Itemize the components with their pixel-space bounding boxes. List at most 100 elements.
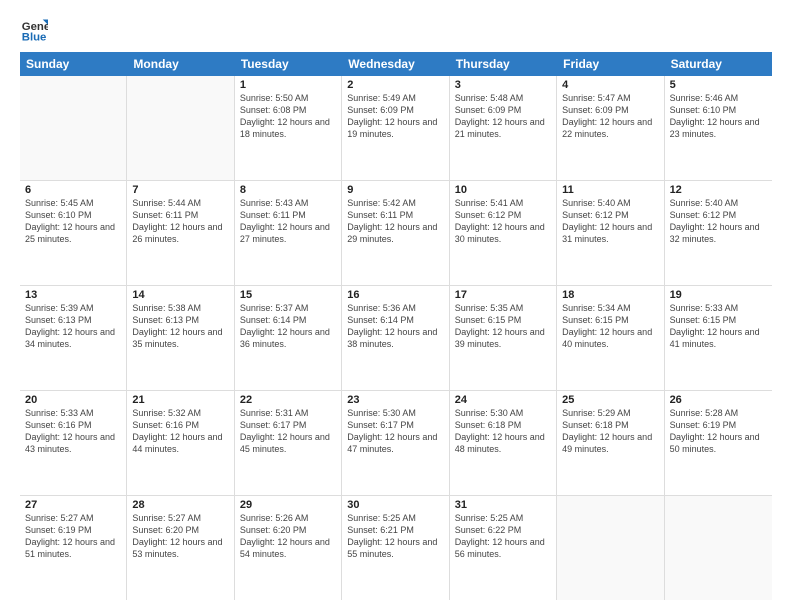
day-info: Sunrise: 5:25 AM Sunset: 6:21 PM Dayligh… (347, 512, 443, 561)
day-info: Sunrise: 5:50 AM Sunset: 6:08 PM Dayligh… (240, 92, 336, 141)
calendar-day-19: 19Sunrise: 5:33 AM Sunset: 6:15 PM Dayli… (665, 286, 772, 390)
day-info: Sunrise: 5:32 AM Sunset: 6:16 PM Dayligh… (132, 407, 228, 456)
day-number: 19 (670, 289, 767, 301)
calendar-day-empty (127, 76, 234, 180)
calendar-day-empty (557, 496, 664, 600)
calendar-day-29: 29Sunrise: 5:26 AM Sunset: 6:20 PM Dayli… (235, 496, 342, 600)
calendar-day-17: 17Sunrise: 5:35 AM Sunset: 6:15 PM Dayli… (450, 286, 557, 390)
calendar-day-4: 4Sunrise: 5:47 AM Sunset: 6:09 PM Daylig… (557, 76, 664, 180)
day-info: Sunrise: 5:36 AM Sunset: 6:14 PM Dayligh… (347, 302, 443, 351)
calendar-day-31: 31Sunrise: 5:25 AM Sunset: 6:22 PM Dayli… (450, 496, 557, 600)
header-day-thursday: Thursday (450, 52, 557, 76)
day-number: 10 (455, 184, 551, 196)
day-number: 7 (132, 184, 228, 196)
calendar-day-6: 6Sunrise: 5:45 AM Sunset: 6:10 PM Daylig… (20, 181, 127, 285)
calendar-day-20: 20Sunrise: 5:33 AM Sunset: 6:16 PM Dayli… (20, 391, 127, 495)
header: General Blue (20, 16, 772, 44)
calendar-day-18: 18Sunrise: 5:34 AM Sunset: 6:15 PM Dayli… (557, 286, 664, 390)
calendar-day-24: 24Sunrise: 5:30 AM Sunset: 6:18 PM Dayli… (450, 391, 557, 495)
calendar-day-9: 9Sunrise: 5:42 AM Sunset: 6:11 PM Daylig… (342, 181, 449, 285)
calendar-week-2: 6Sunrise: 5:45 AM Sunset: 6:10 PM Daylig… (20, 181, 772, 286)
calendar-header: SundayMondayTuesdayWednesdayThursdayFrid… (20, 52, 772, 76)
calendar-week-1: 1Sunrise: 5:50 AM Sunset: 6:08 PM Daylig… (20, 76, 772, 181)
day-info: Sunrise: 5:28 AM Sunset: 6:19 PM Dayligh… (670, 407, 767, 456)
calendar-day-21: 21Sunrise: 5:32 AM Sunset: 6:16 PM Dayli… (127, 391, 234, 495)
calendar-day-1: 1Sunrise: 5:50 AM Sunset: 6:08 PM Daylig… (235, 76, 342, 180)
day-number: 1 (240, 79, 336, 91)
day-info: Sunrise: 5:37 AM Sunset: 6:14 PM Dayligh… (240, 302, 336, 351)
day-number: 28 (132, 499, 228, 511)
day-number: 25 (562, 394, 658, 406)
calendar-day-27: 27Sunrise: 5:27 AM Sunset: 6:19 PM Dayli… (20, 496, 127, 600)
svg-text:Blue: Blue (22, 32, 47, 44)
day-number: 27 (25, 499, 121, 511)
header-day-monday: Monday (127, 52, 234, 76)
day-number: 8 (240, 184, 336, 196)
calendar-day-12: 12Sunrise: 5:40 AM Sunset: 6:12 PM Dayli… (665, 181, 772, 285)
day-number: 13 (25, 289, 121, 301)
calendar-day-15: 15Sunrise: 5:37 AM Sunset: 6:14 PM Dayli… (235, 286, 342, 390)
calendar-day-10: 10Sunrise: 5:41 AM Sunset: 6:12 PM Dayli… (450, 181, 557, 285)
day-info: Sunrise: 5:38 AM Sunset: 6:13 PM Dayligh… (132, 302, 228, 351)
calendar-day-11: 11Sunrise: 5:40 AM Sunset: 6:12 PM Dayli… (557, 181, 664, 285)
day-number: 14 (132, 289, 228, 301)
day-info: Sunrise: 5:30 AM Sunset: 6:17 PM Dayligh… (347, 407, 443, 456)
day-number: 18 (562, 289, 658, 301)
header-day-friday: Friday (557, 52, 664, 76)
day-number: 23 (347, 394, 443, 406)
day-number: 20 (25, 394, 121, 406)
calendar-week-5: 27Sunrise: 5:27 AM Sunset: 6:19 PM Dayli… (20, 496, 772, 600)
day-info: Sunrise: 5:34 AM Sunset: 6:15 PM Dayligh… (562, 302, 658, 351)
calendar-day-3: 3Sunrise: 5:48 AM Sunset: 6:09 PM Daylig… (450, 76, 557, 180)
calendar-day-7: 7Sunrise: 5:44 AM Sunset: 6:11 PM Daylig… (127, 181, 234, 285)
day-number: 9 (347, 184, 443, 196)
day-info: Sunrise: 5:25 AM Sunset: 6:22 PM Dayligh… (455, 512, 551, 561)
calendar-day-25: 25Sunrise: 5:29 AM Sunset: 6:18 PM Dayli… (557, 391, 664, 495)
calendar-day-empty (665, 496, 772, 600)
day-number: 26 (670, 394, 767, 406)
day-number: 11 (562, 184, 658, 196)
calendar-week-3: 13Sunrise: 5:39 AM Sunset: 6:13 PM Dayli… (20, 286, 772, 391)
day-number: 17 (455, 289, 551, 301)
calendar-day-8: 8Sunrise: 5:43 AM Sunset: 6:11 PM Daylig… (235, 181, 342, 285)
header-day-sunday: Sunday (20, 52, 127, 76)
calendar-day-13: 13Sunrise: 5:39 AM Sunset: 6:13 PM Dayli… (20, 286, 127, 390)
calendar-body: 1Sunrise: 5:50 AM Sunset: 6:08 PM Daylig… (20, 76, 772, 600)
day-info: Sunrise: 5:33 AM Sunset: 6:16 PM Dayligh… (25, 407, 121, 456)
day-info: Sunrise: 5:27 AM Sunset: 6:20 PM Dayligh… (132, 512, 228, 561)
day-number: 5 (670, 79, 767, 91)
day-info: Sunrise: 5:41 AM Sunset: 6:12 PM Dayligh… (455, 197, 551, 246)
calendar-day-16: 16Sunrise: 5:36 AM Sunset: 6:14 PM Dayli… (342, 286, 449, 390)
calendar-day-22: 22Sunrise: 5:31 AM Sunset: 6:17 PM Dayli… (235, 391, 342, 495)
day-info: Sunrise: 5:49 AM Sunset: 6:09 PM Dayligh… (347, 92, 443, 141)
day-number: 21 (132, 394, 228, 406)
day-info: Sunrise: 5:27 AM Sunset: 6:19 PM Dayligh… (25, 512, 121, 561)
day-number: 29 (240, 499, 336, 511)
day-info: Sunrise: 5:48 AM Sunset: 6:09 PM Dayligh… (455, 92, 551, 141)
day-info: Sunrise: 5:44 AM Sunset: 6:11 PM Dayligh… (132, 197, 228, 246)
day-number: 15 (240, 289, 336, 301)
day-info: Sunrise: 5:47 AM Sunset: 6:09 PM Dayligh… (562, 92, 658, 141)
day-number: 2 (347, 79, 443, 91)
day-number: 3 (455, 79, 551, 91)
calendar-day-26: 26Sunrise: 5:28 AM Sunset: 6:19 PM Dayli… (665, 391, 772, 495)
day-info: Sunrise: 5:39 AM Sunset: 6:13 PM Dayligh… (25, 302, 121, 351)
calendar-day-2: 2Sunrise: 5:49 AM Sunset: 6:09 PM Daylig… (342, 76, 449, 180)
day-number: 30 (347, 499, 443, 511)
day-info: Sunrise: 5:30 AM Sunset: 6:18 PM Dayligh… (455, 407, 551, 456)
day-info: Sunrise: 5:29 AM Sunset: 6:18 PM Dayligh… (562, 407, 658, 456)
day-number: 4 (562, 79, 658, 91)
day-info: Sunrise: 5:45 AM Sunset: 6:10 PM Dayligh… (25, 197, 121, 246)
logo-icon: General Blue (20, 16, 48, 44)
calendar-day-28: 28Sunrise: 5:27 AM Sunset: 6:20 PM Dayli… (127, 496, 234, 600)
calendar-day-empty (20, 76, 127, 180)
calendar-page: General Blue SundayMondayTuesdayWednesda… (0, 0, 792, 612)
day-number: 16 (347, 289, 443, 301)
day-info: Sunrise: 5:26 AM Sunset: 6:20 PM Dayligh… (240, 512, 336, 561)
day-info: Sunrise: 5:40 AM Sunset: 6:12 PM Dayligh… (670, 197, 767, 246)
calendar-day-14: 14Sunrise: 5:38 AM Sunset: 6:13 PM Dayli… (127, 286, 234, 390)
day-info: Sunrise: 5:31 AM Sunset: 6:17 PM Dayligh… (240, 407, 336, 456)
day-info: Sunrise: 5:46 AM Sunset: 6:10 PM Dayligh… (670, 92, 767, 141)
day-info: Sunrise: 5:42 AM Sunset: 6:11 PM Dayligh… (347, 197, 443, 246)
day-info: Sunrise: 5:35 AM Sunset: 6:15 PM Dayligh… (455, 302, 551, 351)
